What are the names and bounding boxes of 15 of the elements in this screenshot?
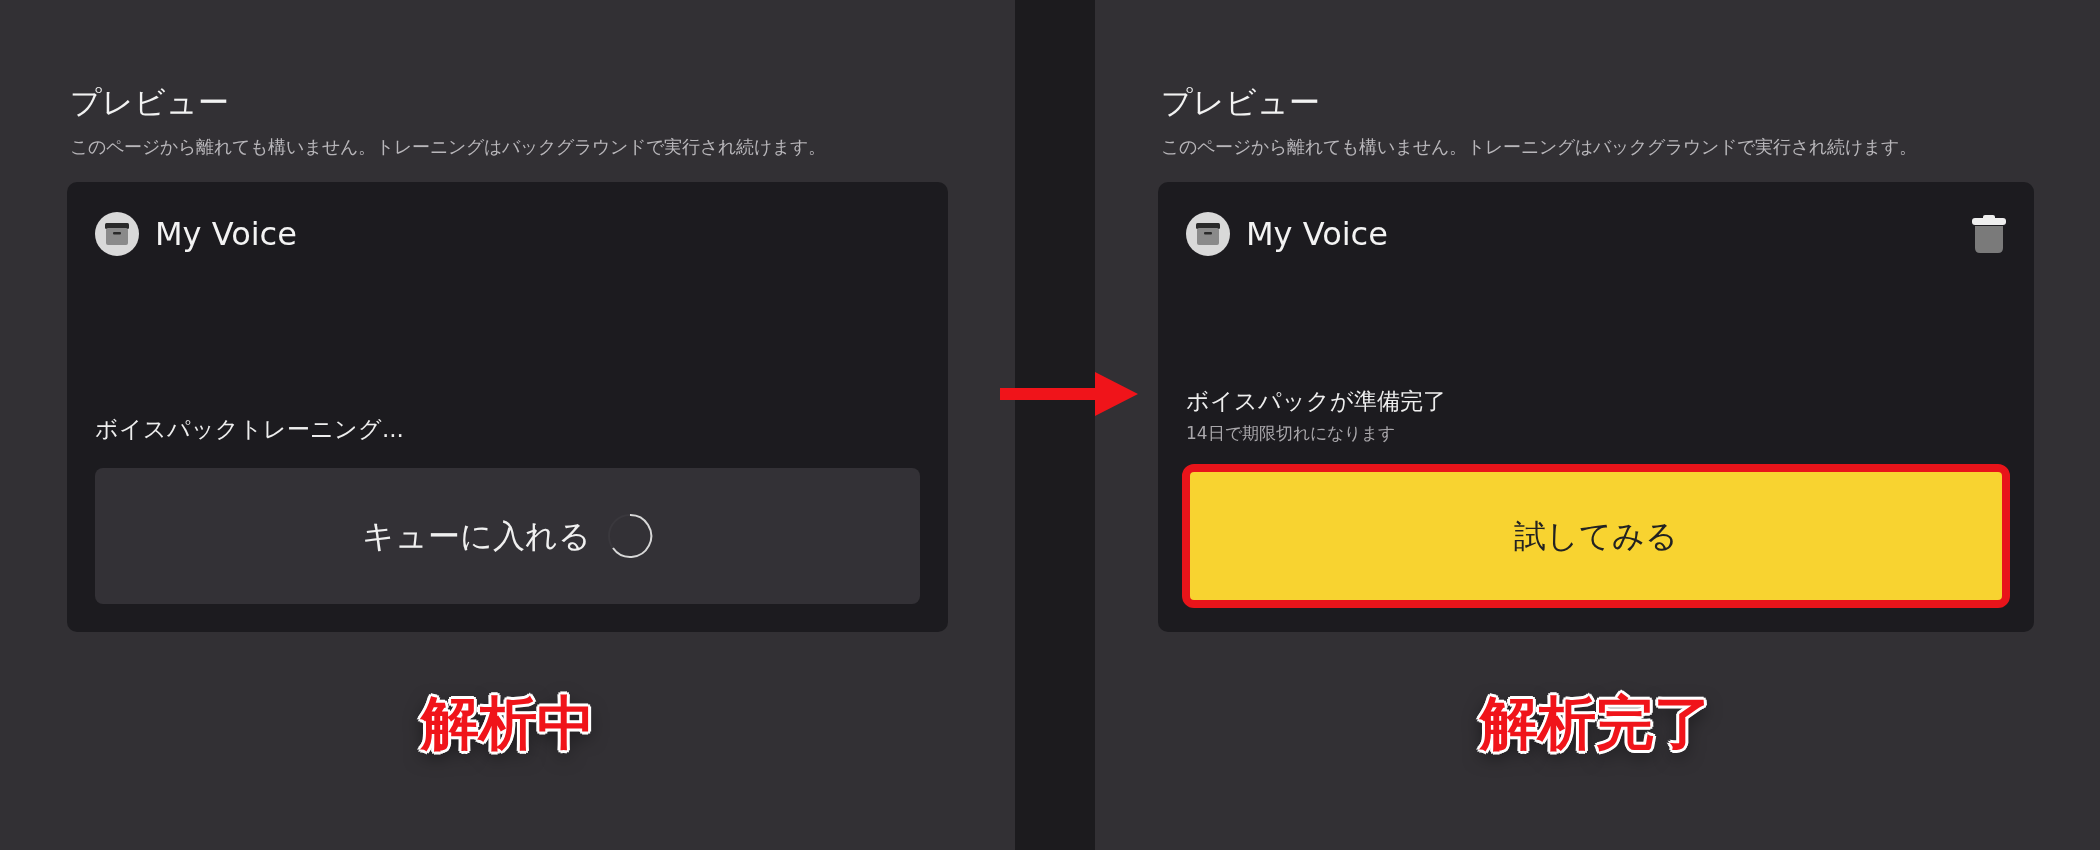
annotation-caption: 解析中	[420, 688, 595, 760]
expiry-text: 14日で期限切れになります	[1186, 421, 1396, 445]
status-text: ボイスパックが準備完了	[1186, 387, 1447, 417]
section-heading: プレビュー	[70, 84, 230, 122]
voice-pack-icon	[95, 212, 139, 257]
section-description: このページから離れても構いません。トレーニングはバックグラウンドで実行され続けます。	[1161, 135, 1918, 160]
trash-icon[interactable]	[1972, 215, 2006, 254]
voice-pack-name: My Voice	[155, 214, 297, 256]
action-button[interactable]: キューに入れる	[95, 468, 920, 605]
section-description: このページから離れても構いません。トレーニングはバックグラウンドで実行され続けます。	[70, 135, 827, 160]
status-text: ボイスパックトレーニング...	[95, 414, 405, 444]
section-heading: プレビュー	[1161, 84, 1321, 122]
annotation-caption: 解析完了	[1480, 688, 1712, 760]
voice-pack-name: My Voice	[1246, 214, 1388, 256]
voice-pack-icon	[1186, 212, 1230, 257]
